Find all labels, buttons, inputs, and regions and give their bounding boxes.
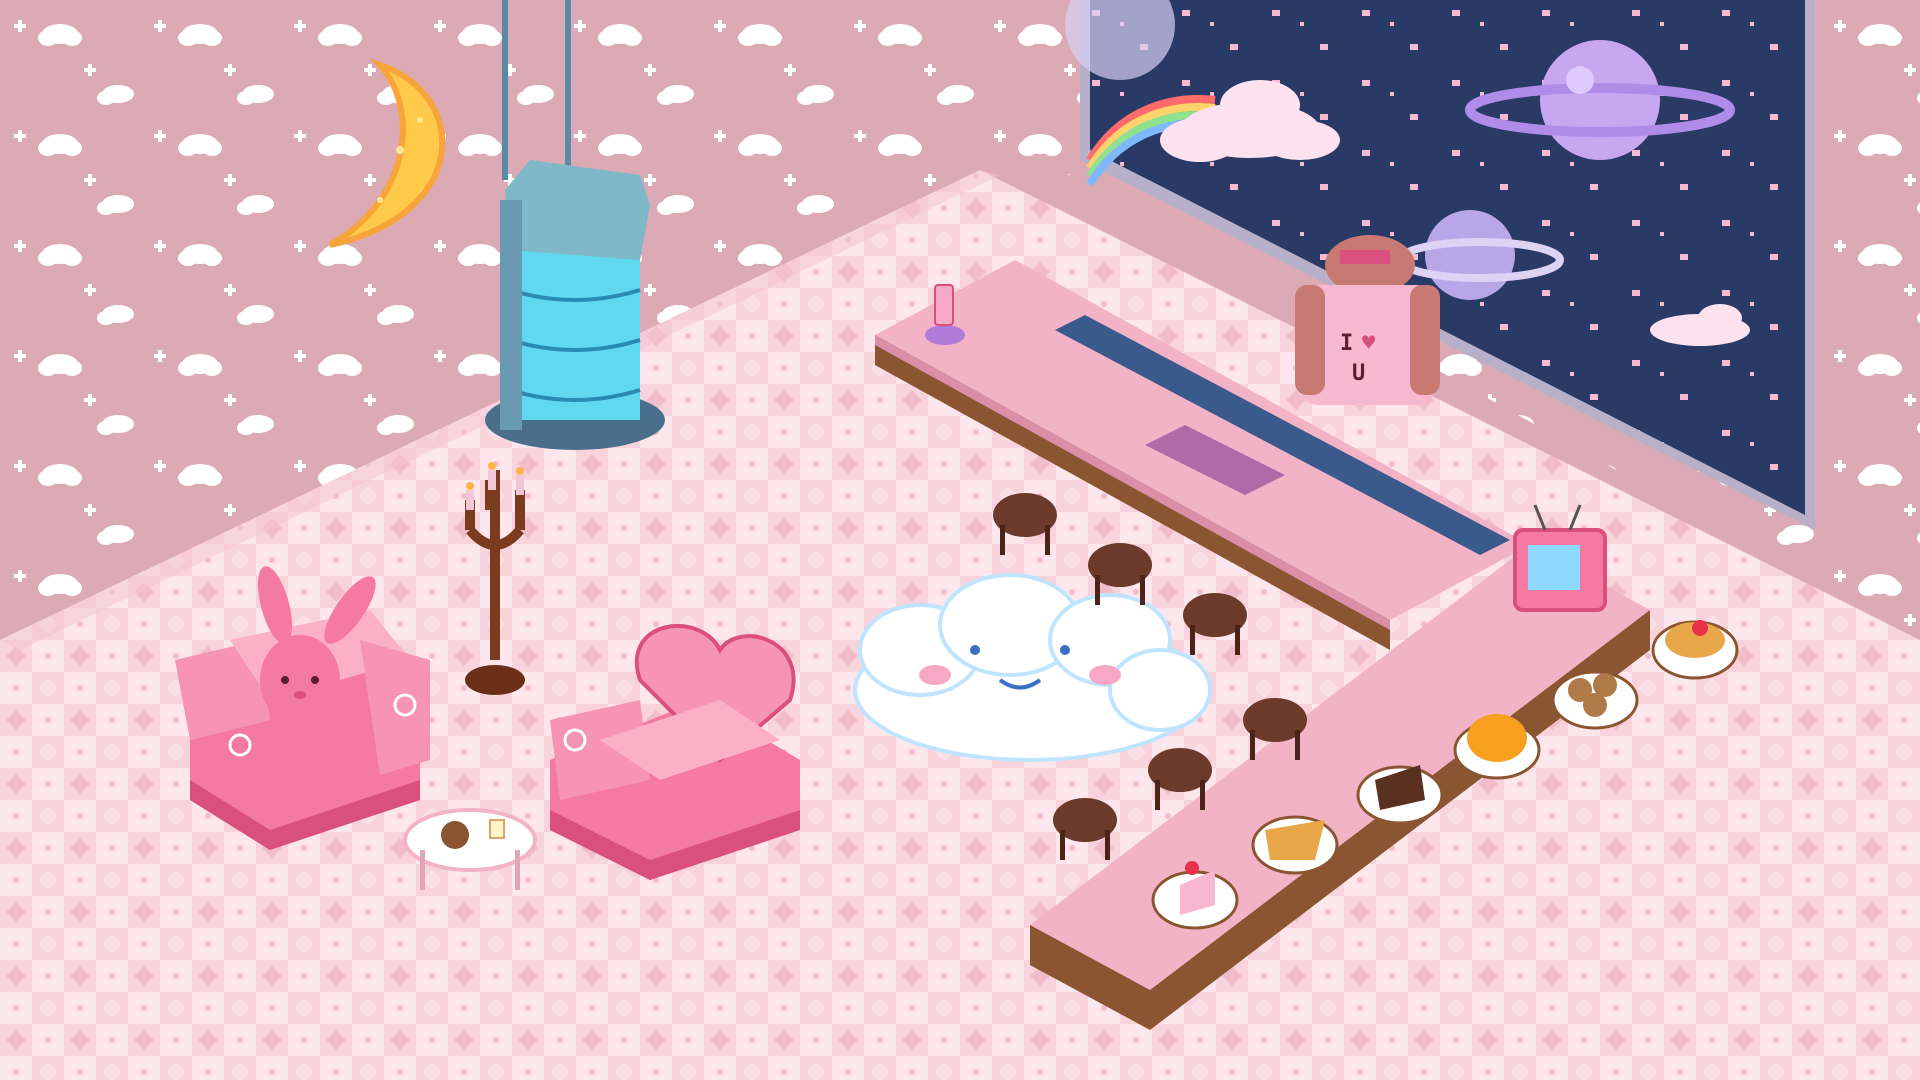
pancakes-with-strawberry[interactable] — [1651, 620, 1739, 680]
cafe-scene: I ♥ U — [0, 0, 1920, 1080]
chocolate-cake-slice[interactable] — [1356, 765, 1444, 825]
shirt-text-line2: U — [1352, 361, 1365, 386]
cookies-plate[interactable] — [1551, 670, 1639, 730]
shirt-heart: ♥ — [1362, 331, 1376, 356]
apple-pie-slice[interactable] — [1251, 815, 1339, 875]
shirt-text-line1: I — [1340, 331, 1353, 356]
